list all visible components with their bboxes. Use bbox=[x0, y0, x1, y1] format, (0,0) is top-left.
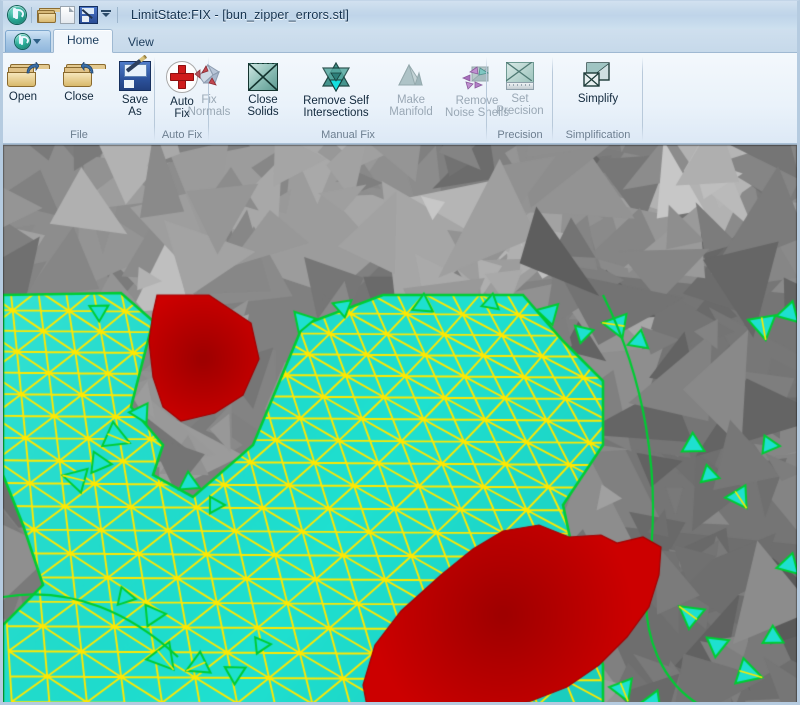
save-as-icon bbox=[119, 54, 151, 91]
qat-divider bbox=[31, 7, 32, 23]
window-title: LimitState:FIX - [bun_zipper_errors.stl] bbox=[131, 8, 349, 22]
close-button-label: Close bbox=[64, 91, 94, 103]
customize-icon[interactable] bbox=[99, 6, 113, 24]
title-bar: LimitState:FIX - [bun_zipper_errors.stl] bbox=[3, 1, 797, 29]
simplify-icon bbox=[583, 62, 613, 90]
make-manifold-button[interactable]: Make Manifold bbox=[382, 57, 440, 118]
close-solids-button[interactable]: Close Solids bbox=[236, 57, 290, 118]
simplify-button-label: Simplify bbox=[577, 93, 619, 105]
3d-model-viewport[interactable] bbox=[3, 144, 797, 702]
ribbon-group-simplification: Simplify Simplification bbox=[553, 53, 643, 143]
remove-self-intersections-icon bbox=[320, 61, 352, 93]
open-icon[interactable] bbox=[36, 5, 74, 25]
close-button[interactable]: Close bbox=[51, 57, 107, 103]
set-precision-icon bbox=[506, 62, 534, 90]
app-menu-icon[interactable] bbox=[7, 5, 27, 25]
ribbon-group-precision: Set Precision Precision bbox=[487, 53, 553, 143]
open-button-label: Open bbox=[8, 91, 38, 103]
set-precision-button-label: Set Precision bbox=[496, 93, 544, 117]
ribbon-group-precision-label: Precision bbox=[497, 129, 543, 141]
tab-home[interactable]: Home bbox=[53, 29, 114, 53]
ribbon-tab-strip: Home View bbox=[3, 29, 797, 53]
group-separator bbox=[642, 57, 643, 141]
simplify-button[interactable]: Simplify bbox=[558, 57, 638, 105]
remove-self-intersections-button[interactable]: Remove Self Intersections bbox=[290, 57, 382, 119]
new-icon[interactable] bbox=[57, 5, 77, 25]
close-solids-button-label: Close Solids bbox=[247, 94, 279, 118]
fix-normals-button[interactable]: Fix Normals bbox=[182, 57, 236, 118]
ribbon-group-file-label: File bbox=[70, 129, 88, 141]
mesh-canvas[interactable] bbox=[3, 145, 797, 702]
open-button[interactable]: Open bbox=[3, 57, 51, 103]
ribbon-group-manual-fix: Fix Normals Close Solids Remove Self Int… bbox=[188, 53, 509, 143]
ribbon-group-simplification-label: Simplification bbox=[565, 129, 631, 141]
qat-divider-2 bbox=[117, 7, 118, 23]
app-logo-icon bbox=[15, 34, 30, 49]
quick-access-toolbar bbox=[7, 4, 121, 26]
close-folder-icon bbox=[63, 62, 106, 88]
make-manifold-button-label: Make Manifold bbox=[389, 94, 433, 118]
make-manifold-icon bbox=[395, 63, 427, 91]
open-folder-icon bbox=[7, 62, 50, 88]
save-as-button-label: Save As bbox=[121, 94, 149, 118]
ribbon-group-file: Open Close Save As File bbox=[3, 53, 155, 143]
ribbon-group-manual-fix-label: Manual Fix bbox=[321, 129, 375, 141]
tab-view[interactable]: View bbox=[115, 32, 167, 53]
application-window: LimitState:FIX - [bun_zipper_errors.stl]… bbox=[0, 0, 800, 705]
chevron-down-icon bbox=[33, 39, 41, 44]
close-solids-icon bbox=[248, 62, 278, 91]
fix-normals-icon bbox=[193, 61, 225, 91]
ribbon-group-auto-fix-label: Auto Fix bbox=[161, 129, 203, 141]
ribbon: Open Close Save As File Auto Fix Auto Fi… bbox=[3, 53, 797, 144]
fix-normals-button-label: Fix Normals bbox=[187, 94, 231, 118]
remove-self-intersections-button-label: Remove Self Intersections bbox=[303, 95, 369, 119]
set-precision-button[interactable]: Set Precision bbox=[488, 57, 552, 117]
application-button[interactable] bbox=[5, 30, 51, 52]
save-as-icon[interactable] bbox=[78, 5, 98, 25]
